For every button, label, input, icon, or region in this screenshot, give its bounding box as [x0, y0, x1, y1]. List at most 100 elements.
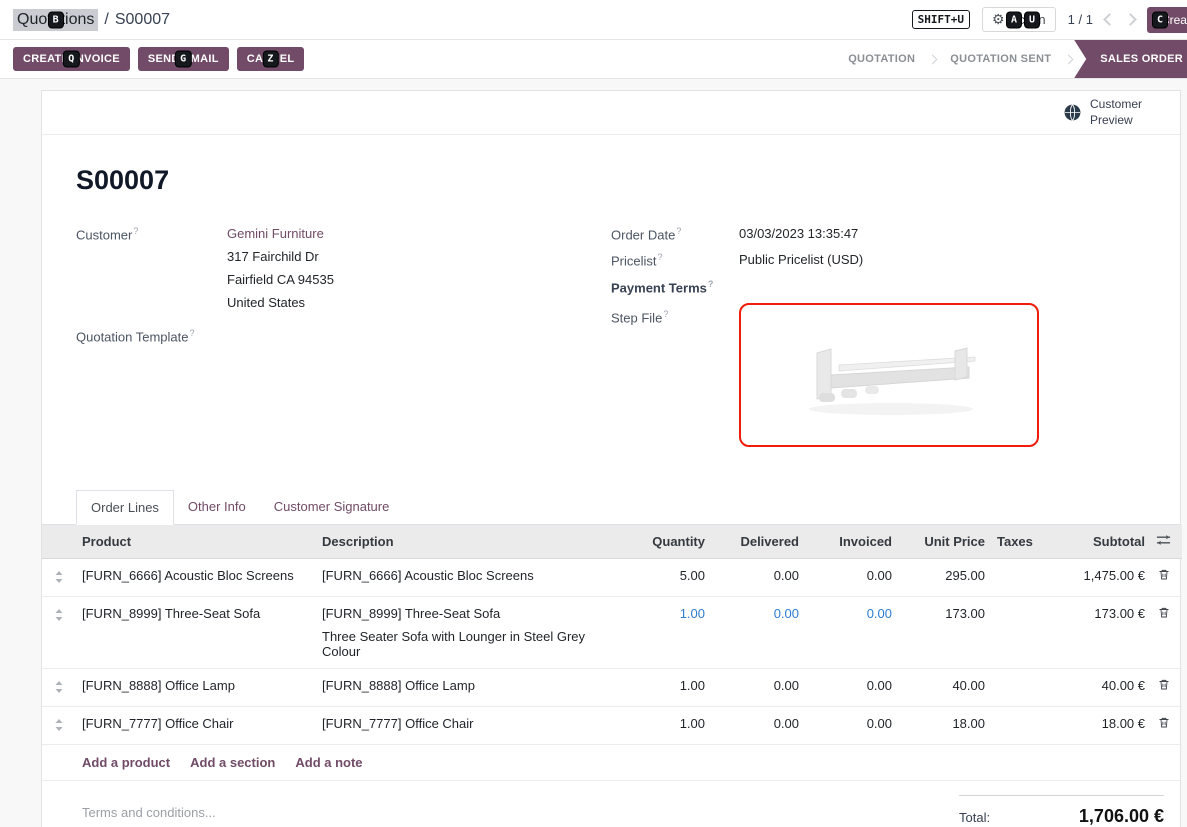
- taxes-column-header[interactable]: Taxes: [991, 525, 1039, 559]
- description-column-header[interactable]: Description: [316, 525, 626, 559]
- field-order-date: Order Date? 03/03/2023 13:35:47: [611, 226, 1146, 242]
- stage-sales-order[interactable]: SALES ORDER: [1074, 40, 1187, 78]
- drag-handle-icon: [54, 570, 64, 584]
- delivered-cell[interactable]: 0.00: [711, 596, 805, 668]
- unit-price-cell[interactable]: 40.00: [898, 668, 991, 706]
- taxes-cell[interactable]: [991, 706, 1039, 744]
- taxes-cell[interactable]: [991, 558, 1039, 596]
- add-section-link[interactable]: Add a section: [190, 755, 275, 770]
- quantity-cell[interactable]: 1.00: [626, 596, 711, 668]
- step-file-3d-render: [779, 325, 999, 425]
- cancel-button[interactable]: CANCEL Z: [237, 47, 305, 71]
- invoiced-cell[interactable]: 0.00: [805, 596, 898, 668]
- delete-row-button[interactable]: [1151, 706, 1182, 744]
- quantity-column-header[interactable]: Quantity: [626, 525, 711, 559]
- send-email-button[interactable]: SEND EMAIL G: [138, 47, 229, 71]
- invoiced-cell[interactable]: 0.00: [805, 668, 898, 706]
- drag-handle[interactable]: [42, 558, 76, 596]
- description-cell[interactable]: [FURN_6666] Acoustic Bloc Screens: [316, 558, 626, 596]
- table-row: [FURN_8888] Office Lamp [FURN_8888] Offi…: [42, 668, 1182, 706]
- help-icon: ?: [676, 226, 681, 236]
- drag-handle[interactable]: [42, 706, 76, 744]
- customer-field-value: Gemini Furniture 317 Fairchild Dr Fairfi…: [227, 226, 334, 310]
- action-menu-button[interactable]: ⚙ Action A U: [982, 7, 1056, 32]
- product-cell[interactable]: [FURN_8888] Office Lamp: [76, 668, 316, 706]
- delivered-cell[interactable]: 0.00: [711, 668, 805, 706]
- sheet-toolbar: Customer Preview: [42, 91, 1180, 135]
- create-button[interactable]: C Create: [1147, 7, 1187, 33]
- description-cell[interactable]: [FURN_8999] Three-Seat Sofa Three Seater…: [316, 596, 626, 668]
- drag-handle[interactable]: [42, 596, 76, 668]
- stage-quotation-sent[interactable]: QUOTATION SENT: [938, 40, 1063, 78]
- help-icon: ?: [708, 279, 714, 289]
- header-buttons: CREATE INVOICE Q SEND EMAIL G CANCEL Z: [13, 47, 304, 71]
- chevron-right-icon: [1064, 54, 1074, 64]
- delivered-column-header[interactable]: Delivered: [711, 525, 805, 559]
- tab-order-lines[interactable]: Order Lines: [76, 490, 174, 525]
- field-step-file: Step File?: [611, 309, 1146, 447]
- invoiced-cell[interactable]: 0.00: [805, 558, 898, 596]
- subtotal-cell: 40.00 €: [1039, 668, 1151, 706]
- customer-field-label: Customer?: [76, 226, 227, 310]
- kbd-hint-send-email: G: [176, 52, 190, 67]
- order-lines-table: Product Description Quantity Delivered I…: [42, 525, 1182, 745]
- pricelist-field-value[interactable]: Public Pricelist (USD): [739, 252, 863, 268]
- description-cell[interactable]: [FURN_8888] Office Lamp: [316, 668, 626, 706]
- customer-link[interactable]: Gemini Furniture: [227, 226, 324, 241]
- breadcrumb-parent-link[interactable]: Quotations B: [13, 9, 98, 31]
- create-invoice-button[interactable]: CREATE INVOICE Q: [13, 47, 130, 71]
- stage-quotation[interactable]: QUOTATION: [836, 40, 927, 78]
- delete-row-button[interactable]: [1151, 596, 1182, 668]
- kbd-hint-create: C: [1153, 12, 1167, 27]
- delivered-cell[interactable]: 0.00: [711, 558, 805, 596]
- drag-handle-icon: [54, 608, 64, 622]
- notebook-tabs: Order Lines Other Info Customer Signatur…: [42, 489, 1180, 525]
- terms-and-conditions-placeholder[interactable]: Terms and conditions...: [82, 805, 216, 827]
- customer-preview-label: Customer Preview: [1090, 97, 1142, 128]
- optional-columns-header[interactable]: [1151, 525, 1182, 559]
- delete-row-button[interactable]: [1151, 668, 1182, 706]
- invoiced-cell[interactable]: 0.00: [805, 706, 898, 744]
- unit-price-column-header[interactable]: Unit Price: [898, 525, 991, 559]
- subtotal-cell: 173.00 €: [1039, 596, 1151, 668]
- gear-icon: ⚙: [992, 11, 1005, 28]
- step-file-image[interactable]: [739, 303, 1039, 447]
- control-bar: CREATE INVOICE Q SEND EMAIL G CANCEL Z Q…: [0, 40, 1187, 79]
- customer-preview-button[interactable]: Customer Preview: [1063, 97, 1142, 128]
- tab-customer-signature[interactable]: Customer Signature: [260, 490, 404, 525]
- address-line: Fairfield CA 94535: [227, 272, 334, 287]
- product-cell[interactable]: [FURN_7777] Office Chair: [76, 706, 316, 744]
- taxes-cell[interactable]: [991, 596, 1039, 668]
- description-cell[interactable]: [FURN_7777] Office Chair: [316, 706, 626, 744]
- pager-value: 1 / 1: [1068, 12, 1093, 27]
- table-footer-links: Add a product Add a section Add a note: [42, 745, 1180, 781]
- subtotal-cell: 1,475.00 €: [1039, 558, 1151, 596]
- product-column-header[interactable]: Product: [76, 525, 316, 559]
- unit-price-cell[interactable]: 295.00: [898, 558, 991, 596]
- pager-previous-icon[interactable]: [1103, 13, 1116, 26]
- product-cell[interactable]: [FURN_6666] Acoustic Bloc Screens: [76, 558, 316, 596]
- unit-price-cell[interactable]: 173.00: [898, 596, 991, 668]
- delivered-cell[interactable]: 0.00: [711, 706, 805, 744]
- add-note-link[interactable]: Add a note: [295, 755, 362, 770]
- quantity-cell[interactable]: 1.00: [626, 668, 711, 706]
- quantity-cell[interactable]: 5.00: [626, 558, 711, 596]
- pager-next-icon[interactable]: [1124, 13, 1137, 26]
- tab-other-info[interactable]: Other Info: [174, 490, 260, 525]
- add-product-link[interactable]: Add a product: [82, 755, 170, 770]
- unit-price-cell[interactable]: 18.00: [898, 706, 991, 744]
- delete-row-button[interactable]: [1151, 558, 1182, 596]
- invoiced-column-header[interactable]: Invoiced: [805, 525, 898, 559]
- help-icon: ?: [658, 252, 663, 262]
- table-row: [FURN_8999] Three-Seat Sofa [FURN_8999] …: [42, 596, 1182, 668]
- customer-address: 317 Fairchild Dr Fairfield CA 94535 Unit…: [227, 249, 334, 310]
- handle-column-header: [42, 525, 76, 559]
- order-date-field-value[interactable]: 03/03/2023 13:35:47: [739, 226, 858, 242]
- quantity-cell[interactable]: 1.00: [626, 706, 711, 744]
- drag-handle[interactable]: [42, 668, 76, 706]
- description-line2: Three Seater Sofa with Lounger in Steel …: [322, 629, 620, 659]
- field-group-left: Customer? Gemini Furniture 317 Fairchild…: [76, 226, 611, 457]
- product-cell[interactable]: [FURN_8999] Three-Seat Sofa: [76, 596, 316, 668]
- subtotal-column-header[interactable]: Subtotal: [1039, 525, 1151, 559]
- taxes-cell[interactable]: [991, 668, 1039, 706]
